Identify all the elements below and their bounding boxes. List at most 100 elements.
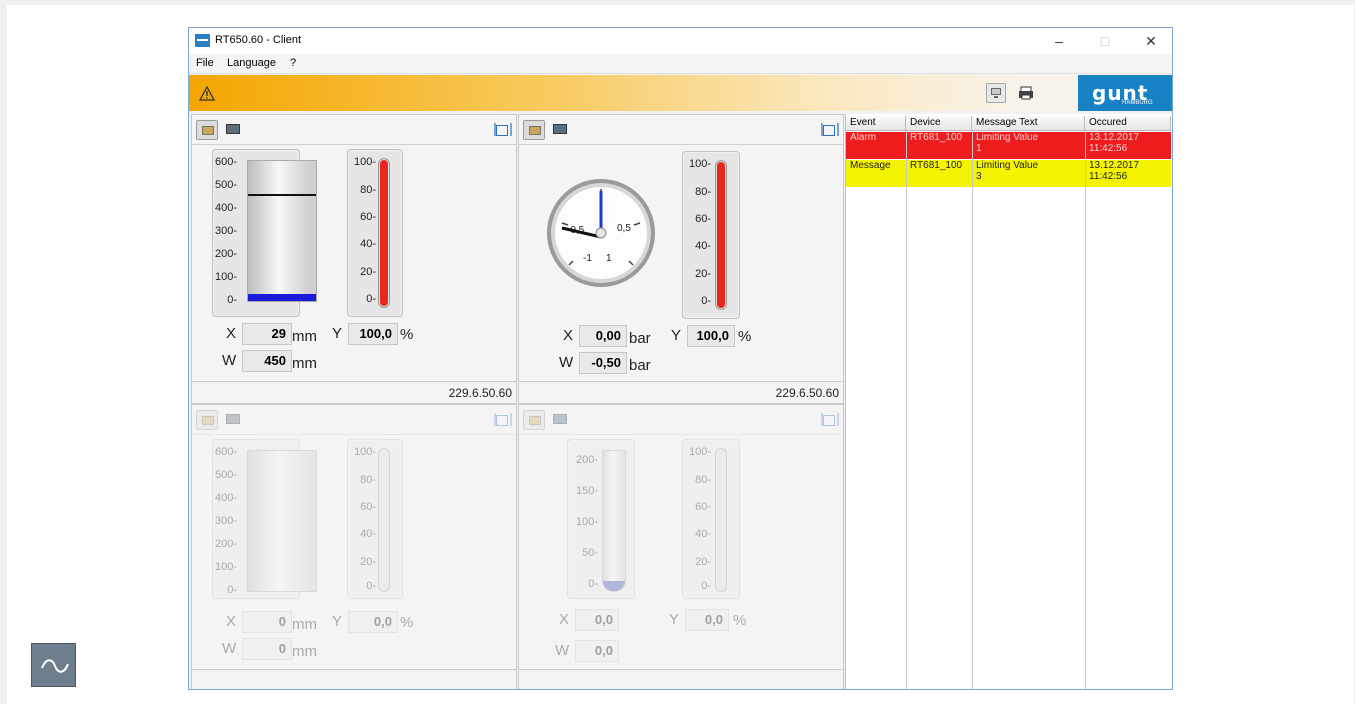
scale-tick: 0- <box>227 584 237 596</box>
maximize-icon[interactable] <box>494 413 512 426</box>
x-unit: mm <box>292 328 317 345</box>
tank <box>247 450 317 592</box>
scale-tick: 0- <box>366 293 376 305</box>
w-value[interactable]: 0 <box>242 638 292 660</box>
scale-tick: 0- <box>588 578 598 590</box>
panel-flow-inactive: 200- 150- 100- 50- 0- 100- 80- 60- 40- 2… <box>518 404 844 689</box>
scale-tick: 200- <box>575 454 598 466</box>
display-mode-button[interactable] <box>196 410 218 430</box>
chart-mode-button[interactable] <box>553 414 567 424</box>
tank-level-fill <box>248 294 316 301</box>
y-unit: % <box>400 326 414 343</box>
maximize-icon[interactable] <box>494 123 512 136</box>
w-label: W <box>222 352 237 369</box>
display-mode-button[interactable] <box>523 120 545 140</box>
menu-file[interactable]: File <box>196 57 214 69</box>
column-divider <box>1085 131 1086 689</box>
x-label: X <box>226 613 237 630</box>
scale-tick: 600- <box>214 446 237 458</box>
monitor-icon[interactable] <box>986 83 1006 103</box>
scale-tick: 0- <box>227 294 237 306</box>
scale-tick: 100- <box>353 446 376 458</box>
x-unit: bar <box>629 330 651 347</box>
close-button[interactable]: ✕ <box>1138 31 1164 51</box>
table-row[interactable]: Alarm RT681_100 Limiting Value 1 13.12.20… <box>846 132 1171 159</box>
menu-language[interactable]: Language <box>227 57 276 69</box>
column-header-device[interactable]: Device <box>906 116 972 131</box>
toolbar: gunt HAMBURG <box>189 75 1172 111</box>
scale-tick: 100- <box>214 271 237 283</box>
w-value[interactable]: 450 <box>242 350 292 372</box>
x-value: 0 <box>242 611 292 633</box>
dial-label: 1 <box>606 253 612 264</box>
panel-toolbar <box>192 115 516 145</box>
scale-tick: 0- <box>701 295 711 307</box>
thermometer <box>378 158 390 308</box>
scale-tick: 20- <box>360 266 376 278</box>
scale-tick: 300- <box>214 515 237 527</box>
y-value[interactable]: 0,0 <box>348 611 398 633</box>
warning-icon[interactable] <box>199 86 215 101</box>
title-bar: RT650.60 - Client – □ ✕ <box>189 28 1172 54</box>
cell-event: Message <box>850 160 891 171</box>
column-header-event[interactable]: Event <box>846 116 906 131</box>
column-header-occured[interactable]: Occured <box>1085 116 1171 131</box>
wave-icon[interactable] <box>31 643 76 687</box>
maximize-icon[interactable] <box>821 123 839 136</box>
y-value[interactable]: 100,0 <box>687 325 735 347</box>
column-divider <box>906 131 907 689</box>
y-unit: % <box>400 614 414 631</box>
thermometer <box>715 160 727 310</box>
display-mode-button[interactable] <box>523 410 545 430</box>
scale-tick: 40- <box>360 528 376 540</box>
y-label: Y <box>332 613 343 630</box>
scale-tick: 400- <box>214 492 237 504</box>
cell-message-detail: 1 <box>976 143 982 154</box>
setpoint-line <box>248 194 316 196</box>
chart-mode-button[interactable] <box>226 124 240 134</box>
level-gauge: 600- 500- 400- 300- 200- 100- 0- <box>212 439 317 599</box>
x-value: 29 <box>242 323 292 345</box>
w-value[interactable]: -0,50 <box>579 352 627 374</box>
scale-tick: 100- <box>353 156 376 168</box>
scale-tick: 200- <box>214 538 237 550</box>
x-value: 0,00 <box>579 325 627 347</box>
display-mode-button[interactable] <box>196 120 218 140</box>
x-label: X <box>563 327 574 344</box>
table-row[interactable]: Message RT681_100 Limiting Value 3 13.12.… <box>846 160 1171 187</box>
y-label: Y <box>669 611 680 628</box>
chart-mode-button[interactable] <box>226 414 240 424</box>
ip-bar <box>519 669 843 689</box>
w-unit: mm <box>292 643 317 660</box>
w-label: W <box>559 354 574 371</box>
window-title: RT650.60 - Client <box>215 34 302 46</box>
minimize-button[interactable]: – <box>1046 31 1072 51</box>
y-value[interactable]: 100,0 <box>348 323 398 345</box>
maximize-icon[interactable] <box>821 413 839 426</box>
flow-tube-fill <box>603 581 625 591</box>
scale-tick: 60- <box>360 211 376 223</box>
cell-device: RT681_100 <box>910 132 963 143</box>
cell-message-detail: 3 <box>976 171 982 182</box>
instrument-panels: 600- 500- 400- 300- 200- 100- 0- 100- 80… <box>191 114 844 689</box>
scale-tick: 300- <box>214 225 237 237</box>
cell-event: Alarm <box>850 132 877 143</box>
y-value[interactable]: 0,0 <box>685 609 729 631</box>
w-value[interactable]: 0,0 <box>575 640 619 662</box>
y-label: Y <box>332 325 343 342</box>
scale-tick: 500- <box>214 469 237 481</box>
w-unit: mm <box>292 355 317 372</box>
thermometer <box>715 448 727 592</box>
menu-help[interactable]: ? <box>290 57 296 69</box>
output-gauge: 100- 80- 60- 40- 20- 0- <box>682 151 740 319</box>
maximize-button[interactable]: □ <box>1092 31 1118 51</box>
scale-tick: 60- <box>695 501 711 513</box>
column-header-message[interactable]: Message Text <box>972 116 1085 131</box>
scale-tick: 20- <box>360 556 376 568</box>
chart-mode-button[interactable] <box>553 124 567 134</box>
panel-level-inactive: 600- 500- 400- 300- 200- 100- 0- 100- 80… <box>191 404 517 689</box>
printer-icon[interactable] <box>1016 83 1036 103</box>
x-unit: mm <box>292 616 317 633</box>
panel-toolbar <box>519 405 843 435</box>
output-gauge: 100- 80- 60- 40- 20- 0- <box>347 149 403 317</box>
